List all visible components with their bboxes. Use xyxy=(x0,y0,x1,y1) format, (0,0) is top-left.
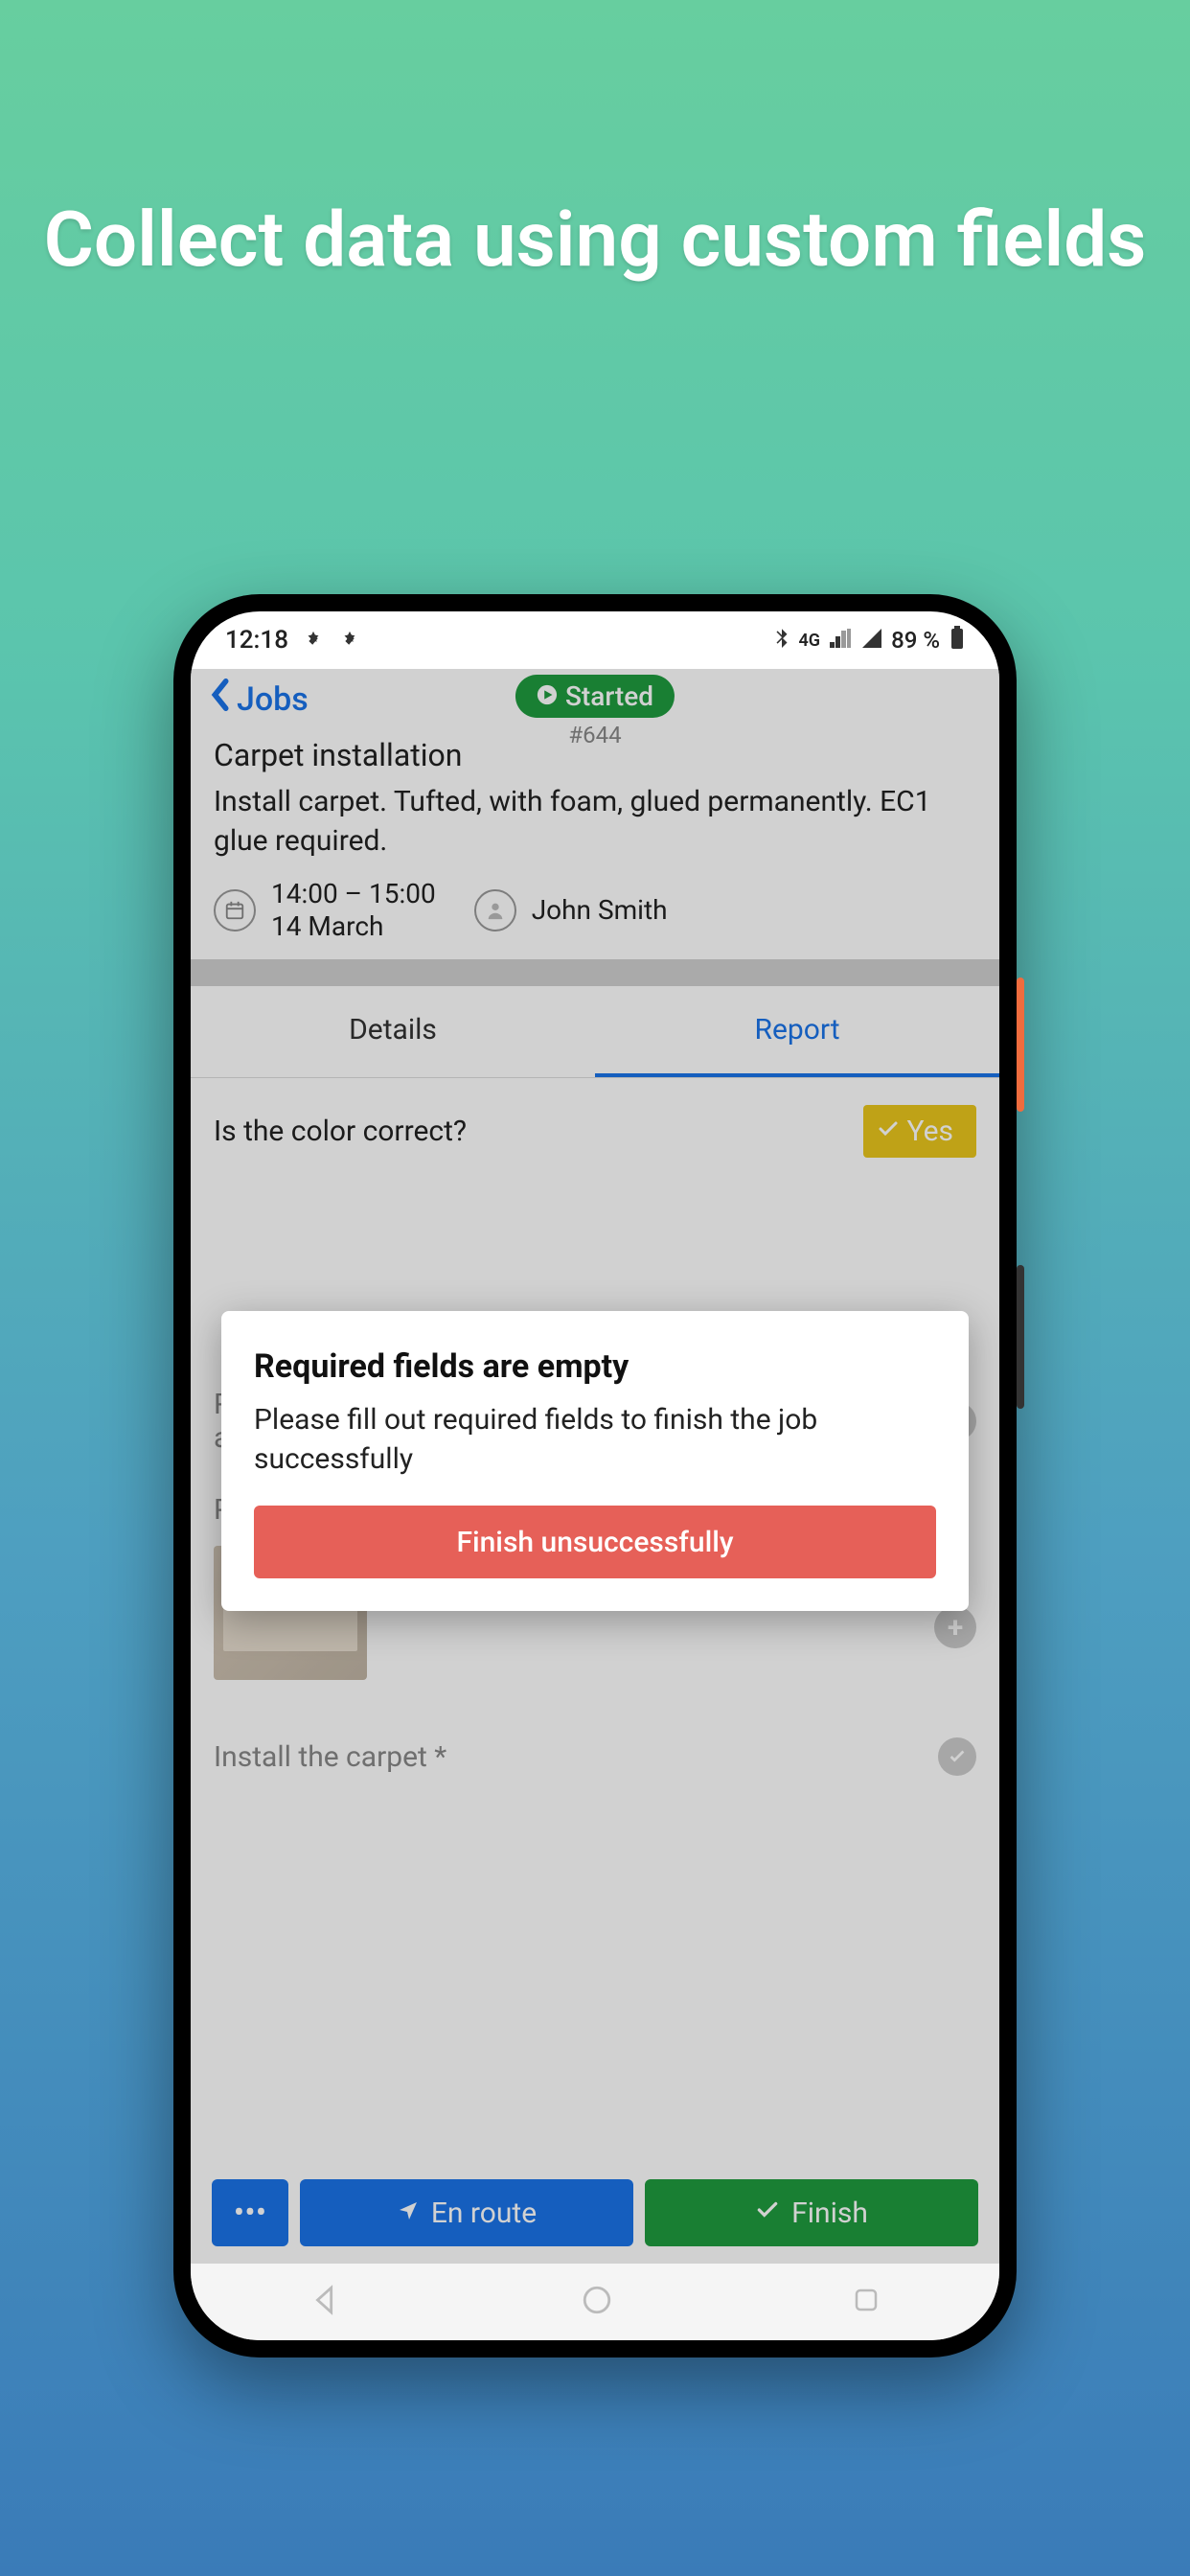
location-arrow-icon xyxy=(397,2196,420,2230)
signal-icon xyxy=(830,627,851,654)
volume-button xyxy=(1017,978,1024,1112)
battery-pct: 89 % xyxy=(891,627,940,654)
battery-icon xyxy=(950,626,965,655)
add-photo-button[interactable]: + xyxy=(934,1606,976,1648)
check-toggle[interactable] xyxy=(938,1737,976,1776)
finish-label: Finish xyxy=(791,2196,868,2230)
yes-toggle[interactable]: Yes xyxy=(863,1105,976,1158)
promo-headline: Collect data using custom fields xyxy=(0,0,1190,288)
power-button xyxy=(1017,1265,1024,1409)
job-date: 14 March xyxy=(271,910,436,943)
tab-report[interactable]: Report xyxy=(595,986,999,1077)
en-route-button[interactable]: En route xyxy=(300,2179,633,2246)
field-install-carpet: Install the carpet * xyxy=(214,1737,976,1776)
assignee-name: John Smith xyxy=(532,894,668,927)
bluetooth-icon xyxy=(774,627,790,654)
finish-button[interactable]: Finish xyxy=(645,2179,978,2246)
person-icon xyxy=(474,889,516,932)
modal-message: Please fill out required fields to finis… xyxy=(254,1401,936,1479)
home-nav-icon[interactable] xyxy=(581,2284,613,2320)
tabs: Details Report xyxy=(191,986,999,1078)
chevron-left-icon xyxy=(210,678,231,720)
status-text: Started xyxy=(565,680,653,712)
calendar-icon xyxy=(214,889,256,932)
finish-unsuccessfully-button[interactable]: Finish unsuccessfully xyxy=(254,1506,936,1578)
job-summary: Carpet installation Install carpet. Tuft… xyxy=(191,724,999,959)
section-divider xyxy=(191,959,999,986)
tab-details[interactable]: Details xyxy=(191,986,595,1077)
job-status: Started #644 xyxy=(515,675,675,748)
job-description: Install carpet. Tufted, with foam, glued… xyxy=(214,783,976,861)
check-icon xyxy=(755,2196,780,2230)
field-color: Is the color correct? Yes xyxy=(214,1105,976,1158)
back-label: Jobs xyxy=(237,680,309,719)
check-icon xyxy=(338,629,361,652)
recents-nav-icon[interactable] xyxy=(852,2286,881,2318)
signal-icon xyxy=(860,627,881,654)
nav-header: Jobs Started #644 xyxy=(191,669,999,724)
en-route-label: En route xyxy=(431,2196,537,2230)
schedule-block: 14:00 – 15:00 14 March xyxy=(214,878,436,942)
device-screen: 12:18 4G 89 % xyxy=(191,611,999,2340)
play-circle-icon xyxy=(537,680,558,712)
back-button[interactable]: Jobs xyxy=(210,678,309,720)
check-icon xyxy=(877,1115,900,1148)
phone-frame: 12:18 4G 89 % xyxy=(173,594,1017,2358)
required-fields-modal: Required fields are empty Please fill ou… xyxy=(221,1311,969,1611)
modal-title: Required fields are empty xyxy=(254,1347,936,1386)
status-time: 12:18 xyxy=(225,626,288,655)
status-bar: 12:18 4G 89 % xyxy=(191,611,999,669)
field-label: Install the carpet * xyxy=(214,1740,446,1774)
field-label: Is the color correct? xyxy=(214,1115,467,1148)
job-number: #644 xyxy=(515,722,675,748)
yes-label: Yes xyxy=(907,1115,953,1148)
app-content: Jobs Started #644 Carpet installation In… xyxy=(191,669,999,2264)
network-icon: 4G xyxy=(799,631,821,651)
more-button[interactable]: ••• xyxy=(212,2179,288,2246)
job-time: 14:00 – 15:00 xyxy=(271,878,436,910)
assignee-block: John Smith xyxy=(474,889,668,932)
android-nav-bar xyxy=(191,2264,999,2340)
action-bar: ••• En route Finish xyxy=(191,2166,999,2264)
status-badge: Started xyxy=(515,675,675,718)
back-nav-icon[interactable] xyxy=(309,2284,342,2320)
check-icon xyxy=(302,629,325,652)
